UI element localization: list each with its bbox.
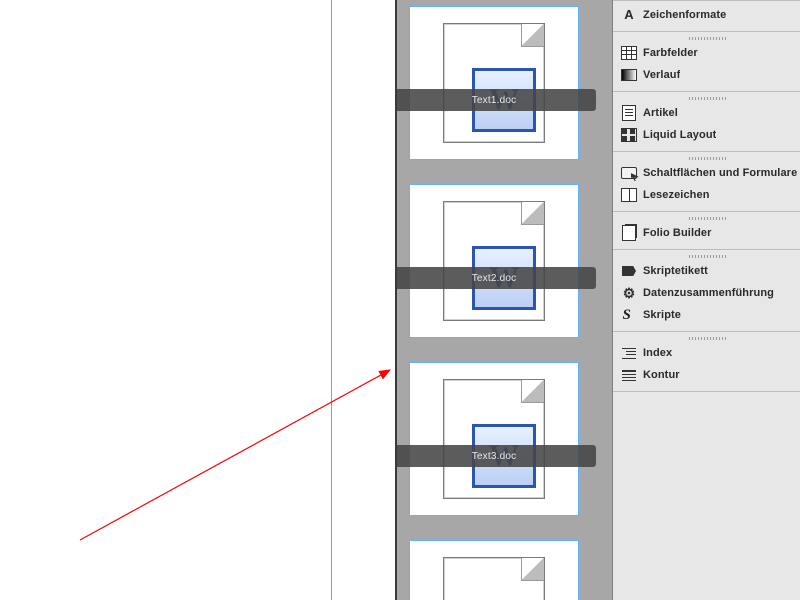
panel-dock: A Zeichenformate Farbfelder Verlauf Arti… <box>612 0 800 600</box>
panel-group: Index Kontur <box>613 332 800 392</box>
character-styles-icon: A <box>621 7 637 23</box>
panel-group: Artikel Liquid Layout <box>613 92 800 152</box>
data-merge-icon: ⚙ <box>621 285 637 301</box>
script-label-icon <box>621 263 637 279</box>
linked-file-frame[interactable]: W Text1.doc <box>409 6 579 160</box>
panel-index[interactable]: Index <box>613 342 800 364</box>
word-document-icon: W <box>443 379 545 499</box>
panel-label: Skriptetikett <box>643 265 708 277</box>
swatches-icon <box>621 45 637 61</box>
panel-group: Farbfelder Verlauf <box>613 32 800 92</box>
panel-group: Skriptetikett ⚙ Datenzusammenführung S S… <box>613 250 800 332</box>
bookmark-icon <box>621 187 637 203</box>
pasteboard-strip[interactable]: W Text1.doc W Text2.doc W Text3.doc W <box>395 0 612 600</box>
panel-schaltflaechen[interactable]: Schaltflächen und Formulare <box>613 162 800 184</box>
panel-label: Folio Builder <box>643 227 712 239</box>
linked-file-caption: Text1.doc <box>395 89 596 111</box>
panel-label: Zeichenformate <box>643 9 726 21</box>
panel-lesezeichen[interactable]: Lesezeichen <box>613 184 800 206</box>
linked-file-frame[interactable]: W Text3.doc <box>409 362 579 516</box>
scripts-icon: S <box>621 307 637 323</box>
panel-label: Liquid Layout <box>643 129 716 141</box>
stroke-icon <box>621 367 637 383</box>
linked-file-frame[interactable]: W Text2.doc <box>409 184 579 338</box>
page[interactable] <box>0 0 395 600</box>
linked-file-name: Text1.doc <box>472 95 517 106</box>
linked-file-name: Text3.doc <box>472 451 517 462</box>
panel-zeichenformate[interactable]: A Zeichenformate <box>613 4 800 26</box>
linked-file-name: Text2.doc <box>472 273 517 284</box>
document-canvas[interactable] <box>0 0 395 600</box>
panel-label: Skripte <box>643 309 681 321</box>
gradient-icon <box>621 67 637 83</box>
panel-kontur[interactable]: Kontur <box>613 364 800 386</box>
panel-label: Artikel <box>643 107 678 119</box>
panel-group: Folio Builder <box>613 212 800 250</box>
panel-group: Schaltflächen und Formulare Lesezeichen <box>613 152 800 212</box>
panel-farbfelder[interactable]: Farbfelder <box>613 42 800 64</box>
app-root: W Text1.doc W Text2.doc W Text3.doc W A … <box>0 0 800 600</box>
panel-grip[interactable] <box>613 215 800 222</box>
linked-file-caption: Text2.doc <box>395 267 596 289</box>
panel-artikel[interactable]: Artikel <box>613 102 800 124</box>
panel-skripte[interactable]: S Skripte <box>613 304 800 326</box>
panel-label: Schaltflächen und Formulare <box>643 167 797 179</box>
word-document-icon: W <box>443 557 545 600</box>
panel-grip[interactable] <box>613 35 800 42</box>
dock-filler <box>613 392 800 600</box>
panel-grip[interactable] <box>613 253 800 260</box>
panel-folio-builder[interactable]: Folio Builder <box>613 222 800 244</box>
panel-skriptetikett[interactable]: Skriptetikett <box>613 260 800 282</box>
buttons-forms-icon <box>621 165 637 181</box>
linked-file-frame[interactable]: W <box>409 540 579 600</box>
liquid-layout-icon <box>621 127 637 143</box>
panel-label: Lesezeichen <box>643 189 710 201</box>
panel-liquid-layout[interactable]: Liquid Layout <box>613 124 800 146</box>
panel-label: Index <box>643 347 672 359</box>
folio-icon <box>621 225 637 241</box>
panel-label: Kontur <box>643 369 680 381</box>
article-icon <box>621 105 637 121</box>
panel-verlauf[interactable]: Verlauf <box>613 64 800 86</box>
linked-file-caption: Text3.doc <box>395 445 596 467</box>
panel-label: Farbfelder <box>643 47 698 59</box>
index-icon <box>621 345 637 361</box>
panel-group: A Zeichenformate <box>613 0 800 32</box>
panel-label: Verlauf <box>643 69 680 81</box>
panel-grip[interactable] <box>613 155 800 162</box>
panel-datenzusammenfuehrung[interactable]: ⚙ Datenzusammenführung <box>613 282 800 304</box>
word-document-icon: W <box>443 201 545 321</box>
placed-file-frames: W Text1.doc W Text2.doc W Text3.doc W <box>409 6 579 600</box>
panel-grip[interactable] <box>613 335 800 342</box>
panel-grip[interactable] <box>613 95 800 102</box>
margin-guide <box>0 0 332 600</box>
panel-label: Datenzusammenführung <box>643 287 774 299</box>
word-document-icon: W <box>443 23 545 143</box>
